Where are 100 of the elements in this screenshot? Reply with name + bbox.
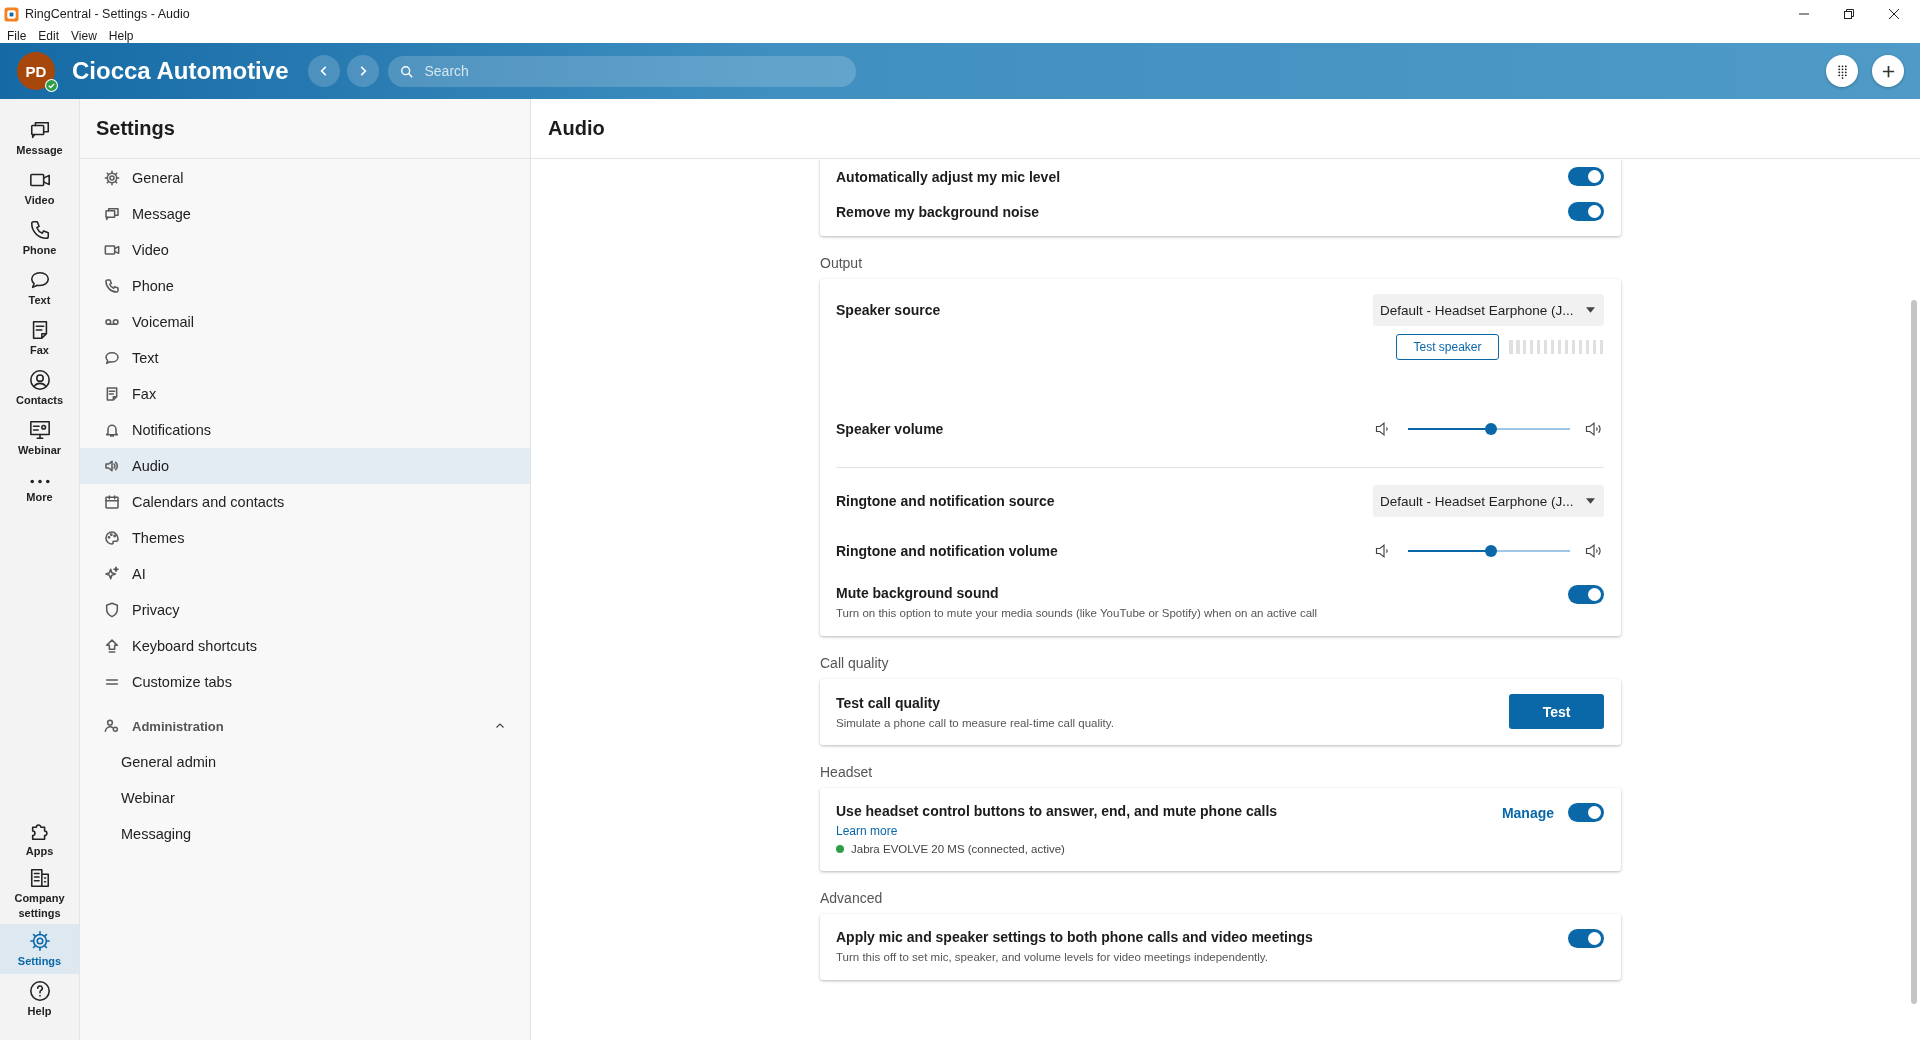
toggle-switch[interactable] xyxy=(1568,929,1604,948)
menu-item[interactable]: View xyxy=(71,28,97,43)
sparkle-icon xyxy=(104,566,120,582)
caret-down-icon xyxy=(1586,498,1595,504)
setting-description: Turn on this option to mute your media sounds (like YouTube or Spotify) when on an active call xyxy=(836,607,1318,619)
rail-tab[interactable]: Help xyxy=(0,974,79,1024)
calendar-icon xyxy=(104,494,120,510)
rail-tab[interactable]: Apps xyxy=(0,814,79,865)
dots-icon xyxy=(29,479,50,485)
settings-nav-item[interactable]: Notifications xyxy=(80,412,530,448)
administration-group[interactable]: Administration xyxy=(80,708,530,744)
setting-label: Speaker source xyxy=(836,302,941,318)
question-icon xyxy=(28,979,51,1002)
rail-tab[interactable]: Webinar xyxy=(0,413,79,463)
avatar[interactable]: PD xyxy=(17,52,55,90)
rail-tab[interactable]: Contacts xyxy=(0,363,79,413)
slider-thumb[interactable] xyxy=(1484,423,1497,435)
menu-item[interactable]: Edit xyxy=(38,28,60,43)
test-speaker-button[interactable]: Test speaker xyxy=(1396,334,1499,360)
caret-down-icon xyxy=(1586,307,1595,313)
settings-nav-item[interactable]: Audio xyxy=(80,448,530,484)
section-heading: Output xyxy=(820,255,864,271)
menu-item[interactable]: Help xyxy=(108,28,134,43)
settings-nav-item[interactable]: Fax xyxy=(80,376,530,412)
settings-nav-item[interactable]: Themes xyxy=(80,520,530,556)
setting-description: Simulate a phone call to measure real-time call quality. xyxy=(836,716,1114,729)
learn-more-link[interactable]: Learn more xyxy=(836,824,898,838)
volume-slider[interactable] xyxy=(1408,423,1570,435)
rail-tab[interactable]: Text xyxy=(0,263,79,313)
slider-thumb[interactable] xyxy=(1484,545,1497,557)
setting-label: Use headset control buttons to answer, end, and mute phone calls xyxy=(836,803,1278,819)
check-badge-icon xyxy=(45,79,58,92)
speaker-loud-icon[interactable] xyxy=(1584,541,1604,561)
rail-tab[interactable]: Video xyxy=(0,163,79,213)
settings-nav-item[interactable]: Voicemail xyxy=(80,304,530,340)
gear-icon xyxy=(104,170,120,186)
add-button[interactable] xyxy=(1872,55,1904,87)
setting-label: Speaker volume xyxy=(836,421,944,437)
dialpad-button[interactable] xyxy=(1826,55,1858,87)
device-dropdown[interactable]: Default - Headset Earphone (J... xyxy=(1373,294,1604,326)
setting-label: Mute background sound xyxy=(836,585,1000,601)
rail-tab[interactable]: More xyxy=(0,463,79,513)
settings-nav-item[interactable]: General xyxy=(80,160,530,196)
toggle-switch[interactable] xyxy=(1568,167,1604,186)
setting-label: Remove my background noise xyxy=(836,203,1040,220)
manage-link[interactable]: Manage xyxy=(1501,804,1554,821)
speaker-loud-icon[interactable] xyxy=(1584,419,1604,439)
menu-item[interactable]: File xyxy=(7,28,27,43)
settings-nav-item[interactable]: Phone xyxy=(80,268,530,304)
settings-nav-item[interactable]: Webinar xyxy=(80,780,530,816)
chat-bubbles-icon xyxy=(104,206,120,222)
close-icon[interactable] xyxy=(1888,8,1900,20)
settings-nav-item[interactable]: Messaging xyxy=(80,816,530,852)
window-title: RingCentral - Settings - Audio xyxy=(25,7,190,21)
restore-icon[interactable] xyxy=(1843,8,1855,20)
rail-tab[interactable]: Message xyxy=(0,113,79,163)
rail-tab[interactable]: Fax xyxy=(0,313,79,363)
panel-title: Settings xyxy=(96,117,175,140)
speaker-icon xyxy=(104,458,120,474)
speech-bubble-icon xyxy=(104,350,120,366)
device-dropdown[interactable]: Default - Headset Earphone (J... xyxy=(1373,485,1604,517)
phone-icon xyxy=(104,278,120,294)
palette-icon xyxy=(104,530,120,546)
rail-tab[interactable]: Company settings xyxy=(0,864,79,924)
settings-nav-item[interactable]: Text xyxy=(80,340,530,376)
section-heading: Call quality xyxy=(820,655,890,671)
toggle-switch[interactable] xyxy=(1568,202,1604,221)
app-logo-icon xyxy=(4,6,19,22)
settings-nav-item[interactable]: Customize tabs xyxy=(80,664,530,700)
settings-nav-item[interactable]: Message xyxy=(80,196,530,232)
status-dot-icon xyxy=(836,845,844,853)
settings-nav-item[interactable]: Video xyxy=(80,232,530,268)
building-icon xyxy=(28,867,51,890)
section-heading: Headset xyxy=(820,764,874,780)
page-title: Audio xyxy=(548,117,605,140)
bell-icon xyxy=(104,422,120,438)
toggle-switch[interactable] xyxy=(1568,803,1604,822)
settings-nav-item[interactable]: AI xyxy=(80,556,530,592)
setting-label: Ringtone and notification source xyxy=(836,493,1055,509)
scrollbar-thumb[interactable] xyxy=(1911,300,1917,1004)
toggle-switch[interactable] xyxy=(1568,585,1604,604)
arrow-up-icon xyxy=(104,638,120,654)
rail-tab[interactable]: Phone xyxy=(0,213,79,263)
setting-label: Test call quality xyxy=(836,694,941,711)
setting-label: Automatically adjust my mic level xyxy=(836,168,1061,185)
plus-icon xyxy=(1880,63,1896,79)
settings-nav-item[interactable]: Privacy xyxy=(80,592,530,628)
settings-nav-item[interactable]: Keyboard shortcuts xyxy=(80,628,530,664)
settings-nav-item[interactable]: General admin xyxy=(80,744,530,780)
gear-icon xyxy=(28,929,51,952)
rail-tab[interactable]: Settings xyxy=(0,924,79,974)
phone-icon xyxy=(28,218,51,241)
document-icon xyxy=(104,386,120,402)
shield-icon xyxy=(104,602,120,618)
test-button[interactable]: Test xyxy=(1509,694,1604,729)
settings-nav-item[interactable]: Calendars and contacts xyxy=(80,484,530,520)
volume-slider[interactable] xyxy=(1408,545,1570,557)
search-icon xyxy=(400,64,415,79)
setting-label: Ringtone and notification volume xyxy=(836,543,1058,559)
company-name: Ciocca Automotive xyxy=(72,57,289,85)
